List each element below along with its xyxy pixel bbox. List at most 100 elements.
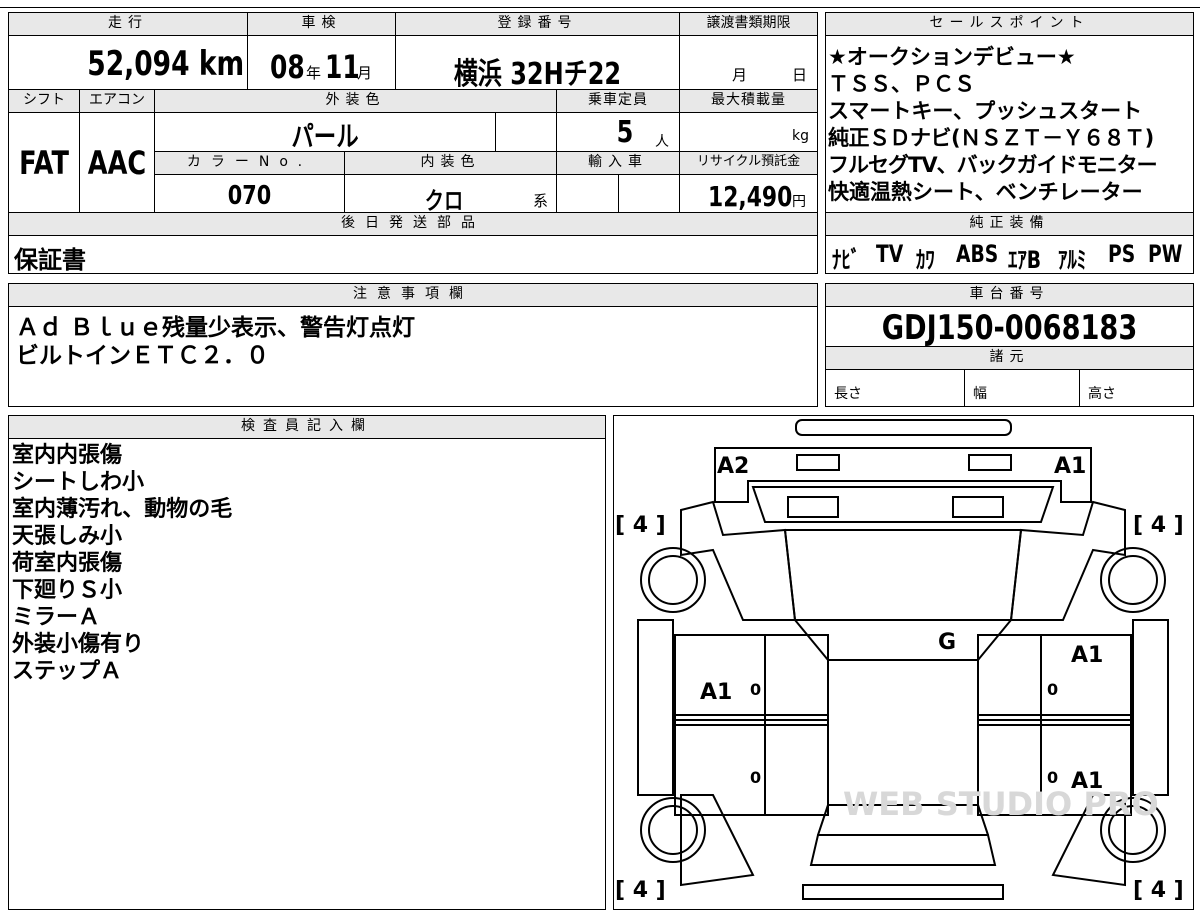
notes-header: 注意事項欄 bbox=[8, 283, 818, 307]
door-zero-lr: 0 bbox=[750, 768, 761, 787]
max-load-unit: kg bbox=[792, 128, 809, 144]
wheel-front-right-inner bbox=[1108, 555, 1158, 605]
recycle-fee: 12,490円 bbox=[708, 180, 806, 213]
front-outline bbox=[714, 447, 1092, 503]
sales-point: 快適温熱シート、ベンチレーター bbox=[828, 180, 1143, 204]
mark-front-left: A2 bbox=[717, 454, 749, 479]
tire-rr-label: [ 4 ] bbox=[1133, 878, 1184, 900]
equipment-item: ﾅﾋﾞ bbox=[832, 246, 861, 274]
door-zero-lf: 0 bbox=[750, 680, 761, 699]
capacity-unit: 人 bbox=[655, 134, 669, 150]
note-line: ビルトインＥＴＣ２．０ bbox=[16, 343, 269, 369]
rear-bumper-tab bbox=[802, 884, 1004, 900]
sales-point: スマートキー、プッシュスタート bbox=[828, 99, 1143, 123]
wheel-front-left bbox=[640, 547, 706, 613]
headlight-left bbox=[796, 454, 840, 471]
max-load-header: 最大積載量 bbox=[679, 89, 818, 113]
spec-length-label: 長さ bbox=[834, 386, 862, 402]
color-no-header: カラーNo. bbox=[154, 151, 345, 175]
equipment-item: ｶﾜ bbox=[916, 246, 935, 274]
sales-points-list: ★オークションデビュー★ ＴＳＳ、ＰＣＳ スマートキー、プッシュスタート 純正Ｓ… bbox=[828, 44, 1194, 206]
tire-fr-label: [ 4 ] bbox=[1133, 513, 1184, 538]
left-front-door bbox=[674, 634, 829, 721]
sales-point: ★オークションデビュー★ bbox=[828, 45, 1076, 69]
equipment-item: PW bbox=[1148, 240, 1183, 268]
chassis-number: GDJ150-0068183 bbox=[881, 308, 1138, 348]
equipment-item: TV bbox=[876, 240, 904, 268]
right-body bbox=[1132, 619, 1169, 796]
tire-fl-label: [ 4 ] bbox=[615, 513, 666, 538]
inspector-note: ステップＡ bbox=[12, 659, 123, 684]
inspector-notes-list: 室内内張傷 シートしわ小 室内薄汚れ、動物の毛 天張しみ小 荷室内張傷 下廻りＳ… bbox=[12, 442, 232, 685]
tire-rl-label: [ 4 ] bbox=[615, 878, 666, 900]
watermark: WEB STUDIO PRO bbox=[843, 785, 1159, 823]
aircon-header: エアコン bbox=[79, 89, 155, 113]
hood-vent-left bbox=[787, 496, 839, 518]
inspector-header: 検査員記入欄 bbox=[8, 415, 606, 439]
transfer-deadline-header: 譲渡書類期限 bbox=[679, 12, 818, 36]
aircon-value: AAC bbox=[87, 144, 147, 182]
interior-color-suffix: 系 bbox=[533, 192, 549, 210]
spec-height-label: 高さ bbox=[1088, 386, 1116, 402]
sales-point: ＴＳＳ、ＰＣＳ bbox=[828, 72, 975, 96]
registration-header: 登録番号 bbox=[395, 12, 680, 36]
recycle-fee-header: リサイクル預託金 bbox=[679, 151, 818, 175]
wheel-rear-left-inner bbox=[648, 805, 698, 855]
spec-width-label: 幅 bbox=[973, 386, 987, 402]
factory-equipment-header: 純正装備 bbox=[825, 212, 1194, 236]
roof bbox=[827, 659, 979, 806]
deadline-day: 日 bbox=[792, 66, 808, 84]
inspector-note: 室内薄汚れ、動物の毛 bbox=[12, 497, 233, 522]
exterior-color-extra-cell bbox=[495, 112, 557, 152]
import-car-cell-a bbox=[556, 174, 619, 213]
mark-windshield: G bbox=[938, 630, 956, 655]
inspector-note: 下廻りＳ小 bbox=[12, 578, 123, 603]
equipment-item: ｱﾙﾐ bbox=[1058, 246, 1087, 274]
door-zero-rf: 0 bbox=[1047, 680, 1058, 699]
registration-number: 横浜 32Hチ22 bbox=[453, 57, 622, 92]
windshield bbox=[783, 529, 1023, 621]
equipment-list: ﾅﾋﾞ TV ｶﾜ ABS ｴｱB ｱﾙﾐ PS PW bbox=[832, 240, 1192, 274]
wheel-front-right bbox=[1100, 547, 1166, 613]
sales-point: 純正ＳＤナビ(ＮＳＺＴ－Ｙ６８Ｔ) bbox=[828, 126, 1154, 150]
chassis-header: 車台番号 bbox=[825, 283, 1194, 307]
headlight-right bbox=[968, 454, 1012, 471]
inspector-note: 室内内張傷 bbox=[12, 443, 123, 468]
deadline-month: 月 bbox=[732, 66, 748, 84]
exterior-color-header: 外装色 bbox=[154, 89, 557, 113]
equipment-item: PS bbox=[1108, 240, 1136, 268]
exterior-color-value: パール bbox=[291, 120, 359, 153]
mark-right-front-door: A1 bbox=[1071, 643, 1103, 668]
capacity-value: 5 bbox=[616, 115, 634, 150]
later-parts-value: 保証書 bbox=[14, 246, 86, 274]
capacity-header: 乗車定員 bbox=[556, 89, 680, 113]
mileage-header: 走行 bbox=[8, 12, 248, 36]
specs-header: 諸元 bbox=[825, 346, 1194, 370]
shift-value: FAT bbox=[19, 144, 69, 182]
rear-window bbox=[809, 834, 997, 866]
inspector-note: 荷室内張傷 bbox=[12, 551, 123, 576]
color-no-value: 070 bbox=[227, 181, 272, 211]
inspector-note: シートしわ小 bbox=[12, 470, 145, 495]
mark-front-right: A1 bbox=[1054, 454, 1086, 479]
mileage-value: 52,094 km bbox=[87, 44, 244, 84]
inspector-note: 天張しみ小 bbox=[12, 524, 123, 549]
equipment-item: ｴｱB bbox=[1008, 246, 1041, 274]
sales-point: フルセグTV、バックガイドモニター bbox=[828, 153, 1158, 177]
import-car-header: 輸入車 bbox=[556, 151, 680, 175]
interior-color-header: 内装色 bbox=[344, 151, 557, 175]
front-bumper-tab bbox=[795, 419, 1012, 436]
equipment-item: ABS bbox=[956, 240, 999, 268]
inspection-header: 車検 bbox=[247, 12, 396, 36]
sales-points-header: セールスポイント bbox=[825, 12, 1194, 36]
rear-left-panel bbox=[680, 794, 755, 887]
top-clipped-strip bbox=[0, 0, 1200, 8]
inspection-date: 08年 11月 bbox=[270, 48, 373, 86]
car-diagram: [ 4 ] [ 4 ] [ 4 ] [ 4 ] A2 A1 G A1 A1 A1… bbox=[615, 419, 1184, 900]
left-body bbox=[637, 619, 674, 796]
mark-left-front-door: A1 bbox=[700, 680, 732, 705]
notes-list: Ａｄ Ｂｌｕｅ残量少表示、警告灯点灯 ビルトインＥＴＣ２．０ bbox=[16, 314, 415, 370]
interior-color-value: クロ bbox=[424, 187, 464, 215]
shift-header: シフト bbox=[8, 89, 80, 113]
wheel-rear-left bbox=[640, 797, 706, 863]
